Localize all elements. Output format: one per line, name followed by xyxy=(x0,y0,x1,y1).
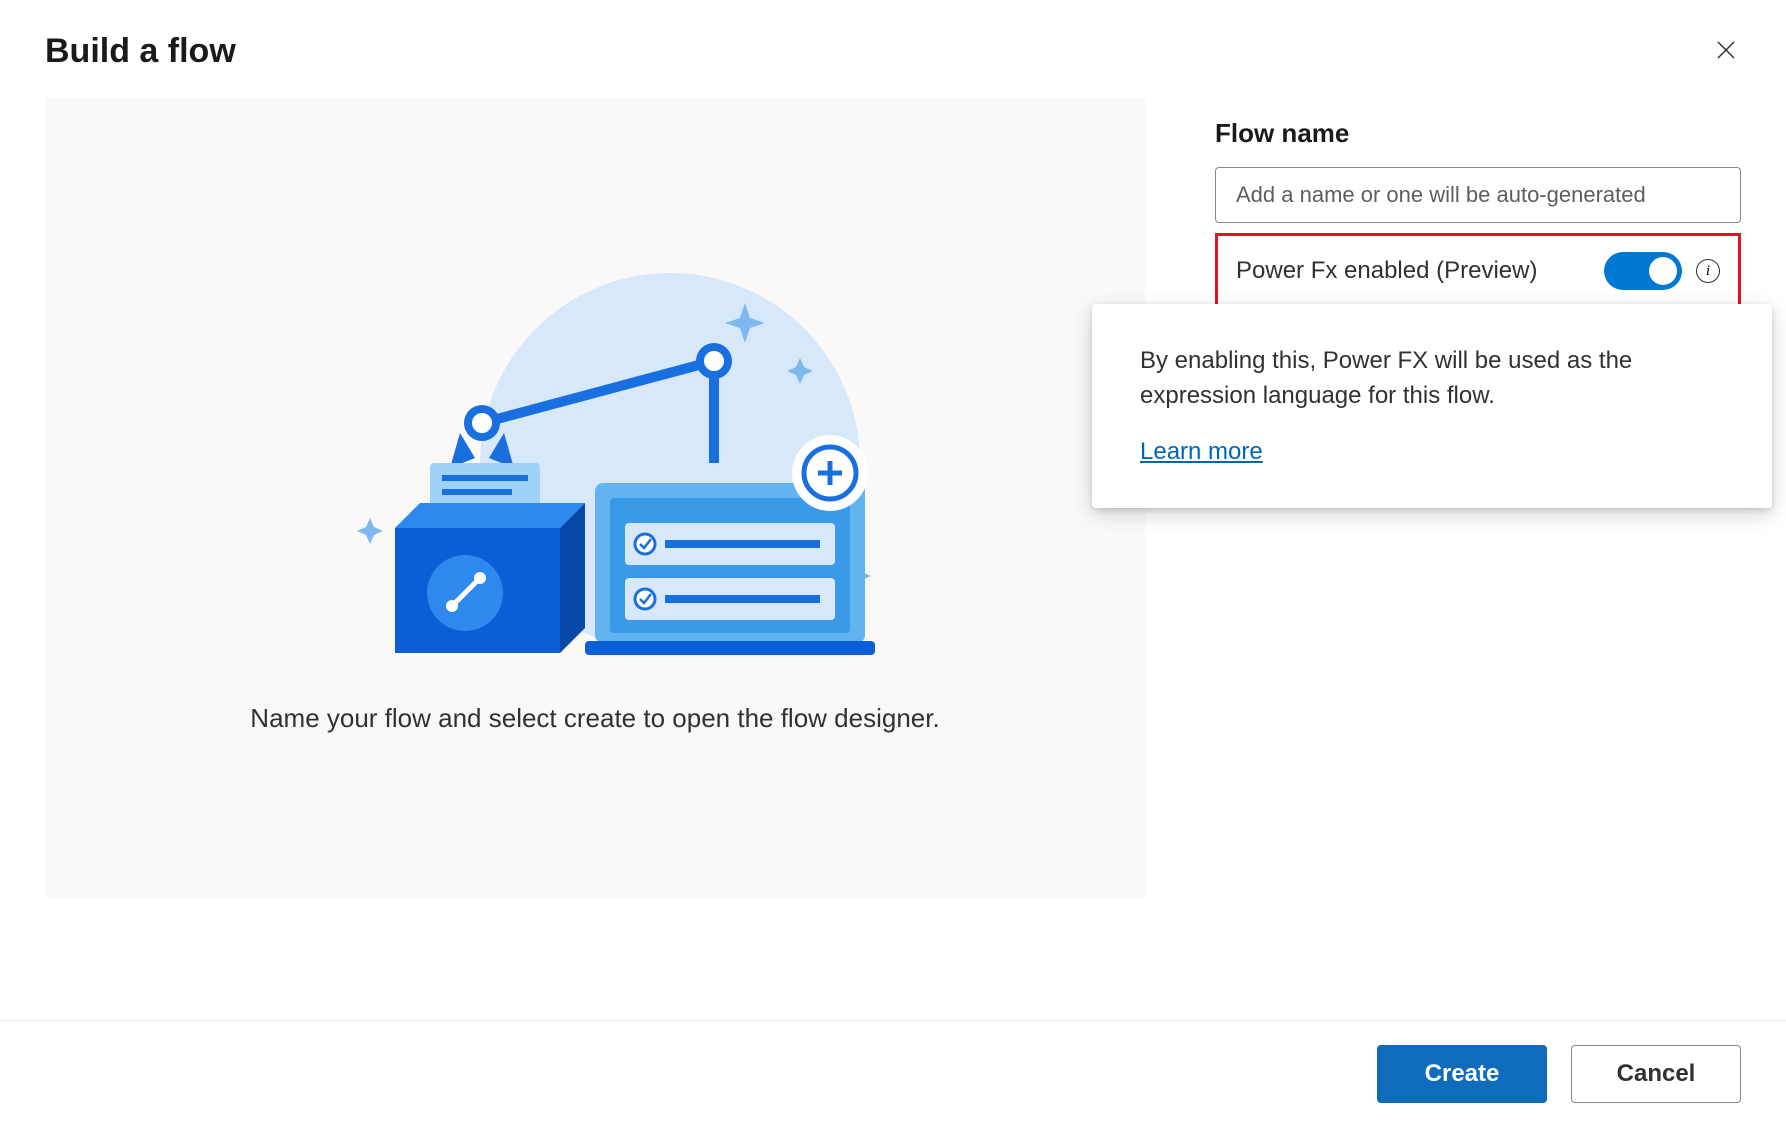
close-button[interactable] xyxy=(1706,30,1746,73)
dialog-header: Build a flow xyxy=(0,0,1786,98)
toggle-knob xyxy=(1649,257,1677,285)
cancel-button[interactable]: Cancel xyxy=(1571,1045,1741,1103)
power-fx-toggle-row: Power Fx enabled (Preview) i xyxy=(1215,233,1741,309)
build-flow-dialog: Build a flow xyxy=(0,0,1786,1133)
learn-more-link[interactable]: Learn more xyxy=(1140,438,1263,465)
illustration-caption: Name your flow and select create to open… xyxy=(250,703,939,734)
tooltip-text: By enabling this, Power FX will be used … xyxy=(1140,344,1724,414)
dialog-body: Name your flow and select create to open… xyxy=(0,98,1786,1020)
form-panel: Flow name Power Fx enabled (Preview) i xyxy=(1215,98,1741,1020)
flow-name-label: Flow name xyxy=(1215,118,1741,149)
info-icon[interactable]: i xyxy=(1696,259,1720,283)
dialog-footer: Create Cancel xyxy=(0,1020,1786,1133)
create-button[interactable]: Create xyxy=(1377,1045,1547,1103)
flow-name-input[interactable] xyxy=(1215,167,1741,223)
illustration-panel: Name your flow and select create to open… xyxy=(45,98,1145,898)
dialog-title: Build a flow xyxy=(45,32,236,71)
power-fx-toggle[interactable] xyxy=(1604,252,1682,290)
close-icon xyxy=(1714,38,1738,62)
flow-illustration xyxy=(270,263,920,663)
power-fx-label: Power Fx enabled (Preview) xyxy=(1236,257,1590,285)
power-fx-tooltip: By enabling this, Power FX will be used … xyxy=(1092,304,1772,508)
